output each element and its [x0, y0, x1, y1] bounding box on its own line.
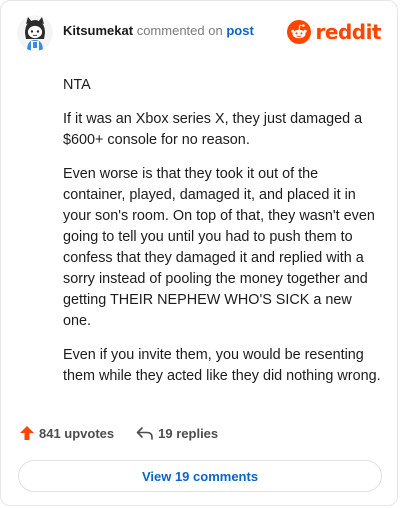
action-text: commented on — [136, 23, 223, 38]
upvote-button[interactable]: 841 upvotes — [19, 425, 114, 441]
reply-count: 19 replies — [158, 425, 219, 441]
comment-meta: Kitsumekat commented on post — [63, 23, 254, 39]
reply-arrow-icon — [136, 427, 153, 440]
replies-button[interactable]: 19 replies — [136, 425, 218, 441]
comment-header: Kitsumekat commented on post reddit — [17, 15, 382, 51]
view-comments-button[interactable]: View 19 comments — [18, 460, 382, 492]
brand-wordmark: reddit — [315, 20, 382, 44]
reddit-snoo-icon — [286, 20, 311, 44]
avatar[interactable] — [17, 15, 53, 51]
snoo-avatar-icon — [17, 15, 53, 51]
comment-body: NTA If it was an Xbox series X, they jus… — [63, 75, 383, 400]
comment-card: Kitsumekat commented on post reddit NTA … — [0, 0, 398, 506]
reddit-logo[interactable]: reddit — [286, 20, 382, 44]
upvote-count: 841 upvotes — [39, 425, 115, 441]
post-link[interactable]: post — [226, 23, 253, 38]
upvote-arrow-icon — [20, 426, 34, 440]
comment-paragraph: NTA — [63, 77, 91, 93]
username[interactable]: Kitsumekat — [63, 23, 133, 38]
comment-paragraph: If it was an Xbox series X, they just da… — [63, 111, 363, 148]
comment-paragraph: Even worse is that they took it out of t… — [63, 166, 375, 329]
comment-paragraph: Even if you invite them, you would be re… — [63, 347, 381, 384]
comment-footer: 841 upvotes 19 replies — [19, 425, 218, 441]
